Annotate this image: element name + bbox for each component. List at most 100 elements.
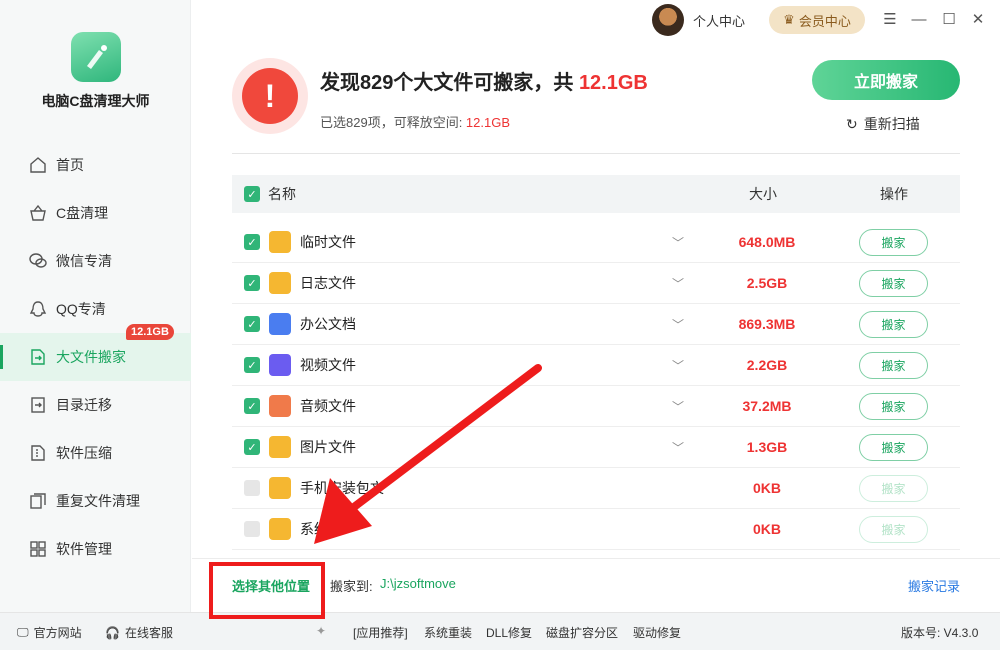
duplicate-icon <box>28 491 48 511</box>
compress-icon <box>28 443 48 463</box>
file-size: 37.2MB <box>742 398 792 414</box>
apk-folder-icon <box>269 477 291 499</box>
qq-icon <box>28 299 48 319</box>
mascot-icon: ✦ <box>316 624 327 638</box>
file-category-name: 系统 <box>300 521 328 537</box>
sidebar-item-label: 软件管理 <box>56 541 112 557</box>
table-row[interactable]: ✓ 视频文件 ﹀ 2.2GB 搬家 <box>232 345 960 386</box>
driver-repair-link[interactable]: 驱动修复 <box>633 624 681 641</box>
sidebar-item-label: 重复文件清理 <box>56 493 140 509</box>
move-button[interactable]: 搬家 <box>859 392 928 420</box>
move-button[interactable]: 搬家 <box>859 269 928 297</box>
vip-center-button[interactable]: ♛ 会员中心 <box>769 6 865 34</box>
maximize-icon[interactable]: ☐ <box>938 8 960 30</box>
move-button[interactable]: 搬家 <box>859 515 928 543</box>
file-category-name: 视频文件 <box>300 357 356 373</box>
chevron-down-icon[interactable]: ﹀ <box>672 234 684 251</box>
rescan-button[interactable]: ↻ 重新扫描 <box>846 114 920 134</box>
move-to-path[interactable]: J:\jzsoftmove <box>380 576 456 591</box>
divider <box>232 153 960 154</box>
app-logo <box>71 32 121 82</box>
sidebar-item-compress[interactable]: 软件压缩 <box>0 429 191 477</box>
vip-label: 会员中心 <box>798 13 851 29</box>
sidebar-item-dir-migrate[interactable]: 目录迁移 <box>0 381 191 429</box>
size-badge: 12.1GB <box>126 324 174 340</box>
move-button[interactable]: 搬家 <box>859 310 928 338</box>
crown-icon: ♛ <box>783 12 795 27</box>
broom-icon <box>87 45 107 69</box>
row-checkbox[interactable]: ✓ <box>244 316 260 332</box>
file-category-name: 办公文档 <box>300 316 356 332</box>
file-category-name: 手机安装包文 <box>300 480 384 496</box>
move-button[interactable]: 搬家 <box>859 474 928 502</box>
user-center-link[interactable]: 个人中心 <box>693 11 745 30</box>
close-icon[interactable]: ✕ <box>967 8 989 30</box>
menu-icon[interactable]: ☰ <box>879 8 901 30</box>
table-row[interactable]: ✓ 音频文件 ﹀ 37.2MB 搬家 <box>232 386 960 427</box>
sidebar-item-label: 大文件搬家 <box>56 349 126 365</box>
chevron-down-icon[interactable]: ﹀ <box>672 275 684 292</box>
column-name: 名称 <box>268 186 296 202</box>
sidebar-item-wechat[interactable]: 微信专清 <box>0 237 191 285</box>
row-checkbox[interactable]: ✓ <box>244 439 260 455</box>
chevron-down-icon[interactable]: ﹀ <box>672 439 684 456</box>
log-file-icon <box>269 272 291 294</box>
table-row[interactable]: ✓ 图片文件 ﹀ 1.3GB 搬家 <box>232 427 960 468</box>
select-all-checkbox[interactable]: ✓ <box>244 186 260 202</box>
version-label: 版本号: V4.3.0 <box>901 626 979 640</box>
move-button[interactable]: 搬家 <box>859 433 928 461</box>
sidebar-nav: 首页 C盘清理 微信专清 QQ专清 大文件搬家 12.1GB 目录迁移 软件压缩 <box>0 141 191 573</box>
row-checkbox[interactable] <box>244 480 260 496</box>
move-now-button[interactable]: 立即搬家 <box>812 60 960 100</box>
move-button[interactable]: 搬家 <box>859 351 928 379</box>
music-icon <box>269 395 291 417</box>
row-checkbox[interactable]: ✓ <box>244 398 260 414</box>
table-header: ✓ 名称 大小 操作 <box>232 175 960 213</box>
disk-partition-link[interactable]: 磁盘扩容分区 <box>546 624 618 641</box>
sidebar-item-label: 软件压缩 <box>56 445 112 461</box>
sidebar-item-software[interactable]: 软件管理 <box>0 525 191 573</box>
sidebar-item-duplicate[interactable]: 重复文件清理 <box>0 477 191 525</box>
row-checkbox[interactable]: ✓ <box>244 234 260 250</box>
row-checkbox[interactable]: ✓ <box>244 275 260 291</box>
row-checkbox[interactable] <box>244 521 260 537</box>
system-reinstall-link[interactable]: 系统重装 <box>424 624 472 641</box>
sidebar: 电脑C盘清理大师 首页 C盘清理 微信专清 QQ专清 大文件搬家 12.1GB … <box>0 0 191 612</box>
table-row[interactable]: ✓ 办公文档 ﹀ 869.3MB 搬家 <box>232 304 960 345</box>
table-row[interactable]: 手机安装包文 0KB 搬家 <box>232 468 960 509</box>
column-action: 操作 <box>880 186 908 202</box>
chevron-down-icon[interactable]: ﹀ <box>672 398 684 415</box>
temp-file-icon <box>269 231 291 253</box>
dll-repair-link[interactable]: DLL修复 <box>486 624 532 641</box>
column-size: 大小 <box>749 186 777 202</box>
move-log-link[interactable]: 搬家记录 <box>908 576 960 595</box>
sidebar-item-big-file-move[interactable]: 大文件搬家 12.1GB <box>0 324 191 381</box>
table-row[interactable]: ✓ 日志文件 ﹀ 2.5GB 搬家 <box>232 263 960 304</box>
headset-icon: 🎧 <box>105 625 120 640</box>
app-name: 电脑C盘清理大师 <box>41 93 150 109</box>
official-site-link[interactable]: 🖵 官方网站 <box>17 624 82 641</box>
file-size: 2.2GB <box>746 357 788 373</box>
sidebar-item-home[interactable]: 首页 <box>0 141 191 189</box>
chevron-down-icon[interactable]: ﹀ <box>672 357 684 374</box>
monitor-icon: 🖵 <box>17 625 29 639</box>
file-size: 0KB <box>752 521 781 537</box>
file-category-name: 临时文件 <box>300 234 356 250</box>
warning-icon: ! <box>232 58 308 134</box>
chevron-down-icon[interactable]: ﹀ <box>672 316 684 333</box>
sidebar-item-label: 首页 <box>56 157 84 173</box>
online-service-link[interactable]: 🎧 在线客服 <box>105 624 173 641</box>
table-row[interactable]: 系统 0KB 搬家 <box>232 509 960 550</box>
row-checkbox[interactable]: ✓ <box>244 357 260 373</box>
move-to-label: 搬家到: <box>330 579 373 594</box>
avatar[interactable] <box>652 4 684 36</box>
file-size: 2.5GB <box>746 275 788 291</box>
file-size: 1.3GB <box>746 439 788 455</box>
file-category-name: 日志文件 <box>300 275 356 291</box>
minimize-icon[interactable]: — <box>908 8 930 30</box>
scan-result-title: 发现829个大文件可搬家，共 12.1GB <box>320 72 648 94</box>
sidebar-item-c-clean[interactable]: C盘清理 <box>0 189 191 237</box>
table-row[interactable]: ✓ 临时文件 ﹀ 648.0MB 搬家 <box>232 222 960 263</box>
move-button[interactable]: 搬家 <box>859 228 928 256</box>
app-recommend-link[interactable]: [应用推荐] <box>353 624 408 641</box>
